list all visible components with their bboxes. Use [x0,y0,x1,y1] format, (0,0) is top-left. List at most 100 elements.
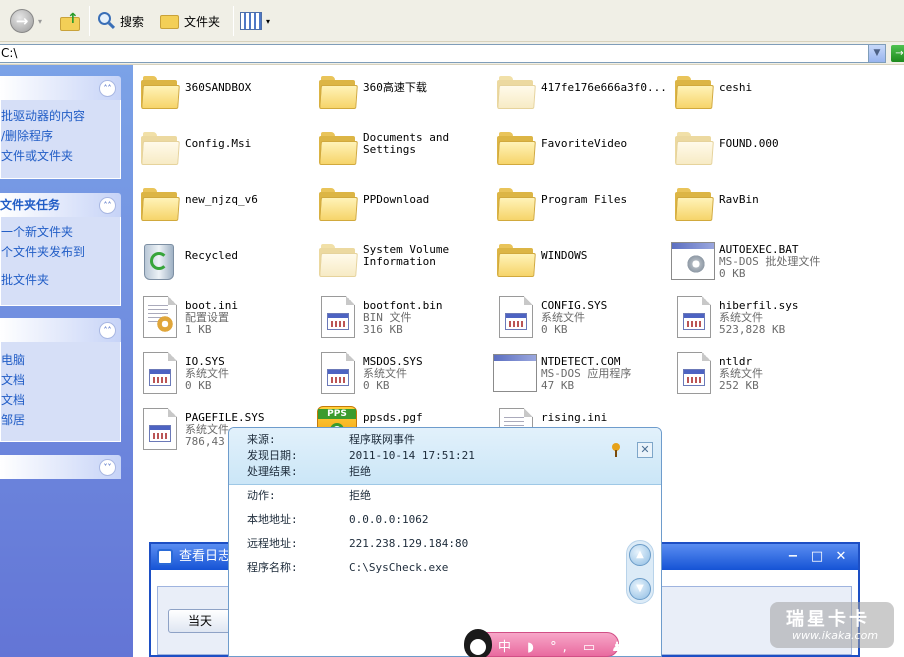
file-item[interactable]: IO.SYS 系统文件 0 KB [135,346,313,402]
expand-chevron-icon[interactable]: ˅˅ [99,459,116,476]
toolbar: → ▾ ↑ 搜索 文件夹 ▾ [0,0,904,42]
date-label: 发现日期: [247,449,298,462]
collapse-chevron-icon[interactable]: ˄˄ [99,322,116,339]
folder-icon [491,238,537,286]
folder-icon [313,238,359,286]
up-folder-button[interactable]: ↑ [60,6,82,36]
system-file-icon [669,350,715,398]
task-link[interactable]: 文件或文件夹 [1,146,120,166]
panel-header[interactable]: ˄˄ [0,76,121,100]
file-item[interactable]: 417fe176e666a3f0... [491,66,669,122]
address-dropdown-icon[interactable]: ▼ [868,45,885,62]
application-icon [491,350,537,398]
system-file-icon [313,350,359,398]
task-link[interactable]: 批文件夹 [1,270,120,290]
toolbar-separator [89,6,90,36]
file-item[interactable]: FOUND.000 [669,122,847,178]
task-panel-drive: ˄˄ 批驱动器的内容 /删除程序 文件或文件夹 [0,76,121,179]
task-link[interactable]: 文档 [1,390,120,410]
folders-button[interactable]: 文件夹 [160,6,220,36]
watermark-url: www.ikaka.com [792,629,879,642]
file-item[interactable]: System Volume Information [313,234,491,290]
panel-header[interactable]: ˄˄ [0,318,121,342]
log-window-title: 查看日志 [179,549,232,564]
close-icon[interactable]: ✕ [832,548,850,566]
folder-icon [313,182,359,230]
file-item[interactable]: WINDOWS [491,234,669,290]
scroll-up-icon[interactable]: ▲ [629,544,651,566]
file-name: 417fe176e666a3f0... [541,81,667,94]
file-item[interactable]: AUTOEXEC.BAT MS-DOS 批处理文件 0 KB [669,234,847,290]
folder-icon [669,70,715,118]
file-item[interactable]: RavBin [669,178,847,234]
file-size: 47 KB [541,379,575,392]
file-item[interactable]: PPDownload [313,178,491,234]
scroll-down-icon[interactable]: ▼ [629,578,651,600]
program-name-label: 程序名称: [247,561,298,574]
task-link[interactable]: /删除程序 [1,126,120,146]
folder-icon [491,126,537,174]
file-item[interactable]: Program Files [491,178,669,234]
task-link[interactable]: 文档 [1,370,120,390]
file-item[interactable]: boot.ini 配置设置 1 KB [135,290,313,346]
file-item[interactable]: bootfont.bin BIN 文件 316 KB [313,290,491,346]
file-item[interactable]: hiberfil.sys 系统文件 523,828 KB [669,290,847,346]
views-button[interactable]: ▾ [240,6,270,36]
folder-icon [135,70,181,118]
task-panel-folder: 文件夹任务 ˄˄ 一个新文件夹 个文件夹发布到 批文件夹 [0,193,121,306]
search-icon [96,11,116,31]
file-item[interactable]: ceshi [669,66,847,122]
file-item[interactable]: MSDOS.SYS 系统文件 0 KB [313,346,491,402]
system-file-icon [313,294,359,342]
task-link[interactable]: 电脑 [1,350,120,370]
file-item[interactable]: Recycled [135,234,313,290]
task-link[interactable]: 个文件夹发布到 [1,242,120,262]
file-name: Program Files [541,193,628,206]
maximize-icon[interactable]: □ [808,548,826,566]
file-item[interactable]: NTDETECT.COM MS-DOS 应用程序 47 KB [491,346,669,402]
address-input[interactable]: C:\ ▼ [0,44,886,63]
file-item[interactable]: 360高速下载 [313,66,491,122]
minimize-icon[interactable]: − [784,548,802,566]
close-icon[interactable]: ✕ [637,442,653,458]
file-size: 252 KB [719,379,759,392]
file-name: ceshi [719,81,753,94]
ime-toolbar[interactable]: 中 ◗ °, ▭ ♟ ✎ [464,629,650,657]
folder-icon [669,182,715,230]
folder-icon [160,12,180,30]
file-item[interactable]: Config.Msi [135,122,313,178]
panel-header[interactable]: ˅˅ [0,455,121,479]
task-link[interactable]: 批驱动器的内容 [1,106,120,126]
file-item[interactable]: 360SANDBOX [135,66,313,122]
file-item[interactable]: new_njzq_v6 [135,178,313,234]
collapse-chevron-icon[interactable]: ˄˄ [99,197,116,214]
file-name: rising.ini [541,411,608,424]
collapse-chevron-icon[interactable]: ˄˄ [99,80,116,97]
today-button[interactable]: 当天 [168,609,232,633]
remote-address-label: 远程地址: [247,537,298,550]
file-name-line2: Settings [363,143,416,156]
search-button[interactable]: 搜索 [96,6,144,36]
chevron-down-icon[interactable]: ▾ [38,17,42,26]
pin-icon[interactable] [609,443,623,457]
system-file-icon [135,406,181,454]
folder-icon [135,182,181,230]
file-name: PPDownload [363,193,430,206]
file-item[interactable]: FavoriteVideo [491,122,669,178]
task-panel-details: ˅˅ [0,455,121,479]
folders-label: 文件夹 [184,14,221,29]
chevron-down-icon: ▾ [266,16,271,26]
back-button[interactable]: → ▾ [10,6,42,36]
task-link[interactable]: 一个新文件夹 [1,222,120,242]
file-item[interactable]: Documents and Settings [313,122,491,178]
panel-header[interactable]: 文件夹任务 ˄˄ [0,193,121,217]
source-value: 程序联网事件 [349,433,415,446]
file-name: Recycled [185,249,238,262]
file-item[interactable]: ntldr 系统文件 252 KB [669,346,847,402]
file-name: ppsds.pgf [363,411,423,424]
go-arrow-icon[interactable]: → [891,45,904,62]
ini-file-icon [135,294,181,342]
file-item[interactable]: CONFIG.SYS 系统文件 0 KB [491,290,669,346]
task-link[interactable]: 邹居 [1,410,120,430]
file-name: 360SANDBOX [185,81,252,94]
